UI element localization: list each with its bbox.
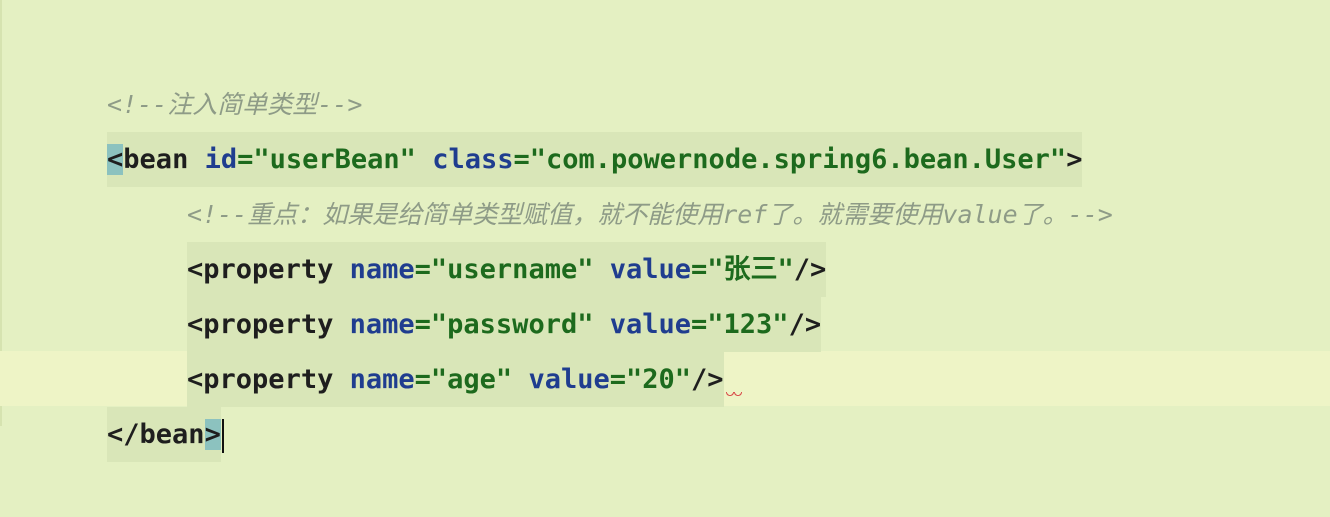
code-line-6[interactable]: <property name="age" value="20"/> bbox=[42, 297, 1330, 407]
bean-close-tag: </bean> bbox=[107, 407, 221, 462]
code-line-3[interactable]: <!--重点：如果是给简单类型赋值，就不能使用ref了。就需要使用value了。… bbox=[42, 132, 1330, 229]
tag-name: </bean bbox=[107, 419, 205, 450]
code-line-4[interactable]: <property name="username" value="张三"/> bbox=[42, 187, 1330, 297]
code-editor[interactable]: <!--注入简单类型--> <bean id="userBean" class=… bbox=[42, 22, 1330, 462]
text-caret bbox=[221, 418, 224, 453]
code-line-2[interactable]: <bean id="userBean" class="com.powernode… bbox=[42, 77, 1330, 187]
code-line-1[interactable]: <!--注入简单类型--> bbox=[42, 22, 1330, 119]
code-line-7[interactable]: </bean> bbox=[42, 352, 1330, 462]
code-line-5[interactable]: <property name="password" value="123"/> bbox=[42, 242, 1330, 352]
bracket-match-highlight: > bbox=[204, 419, 221, 450]
